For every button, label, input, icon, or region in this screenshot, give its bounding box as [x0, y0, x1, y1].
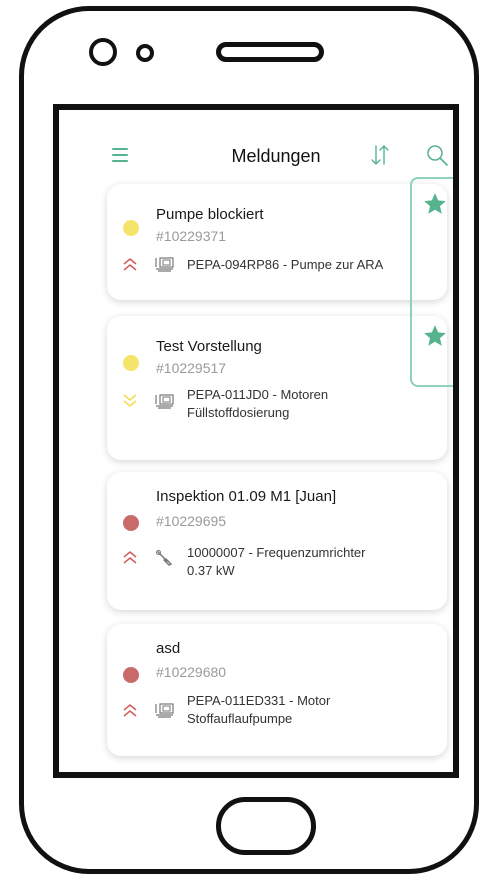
notification-title: Pumpe blockiert	[156, 206, 264, 223]
notification-title: asd	[156, 640, 181, 657]
search-icon[interactable]	[425, 143, 449, 167]
notification-card[interactable]: Test Vorstellung #10229517 PEPA-011JD0 -…	[107, 316, 447, 460]
home-button[interactable]	[216, 797, 316, 855]
asset-description: PEPA-011ED331 - Motor Stoffauflaufpumpe	[187, 693, 331, 726]
double-chevron-up-icon	[123, 258, 137, 271]
notification-card[interactable]: Inspektion 01.09 M1 [Juan] #10229695 100…	[107, 472, 447, 610]
notification-number: #10229680	[156, 664, 227, 680]
machine-icon	[155, 257, 174, 272]
machine-icon	[155, 394, 174, 409]
speaker-icon	[216, 42, 324, 62]
sort-arrows-icon[interactable]	[368, 143, 392, 167]
status-dot	[123, 515, 139, 531]
sensor-icon	[136, 44, 154, 62]
asset-description: PEPA-011JD0 - Motoren Füllstoffdosierung	[187, 387, 329, 420]
status-dot	[123, 667, 139, 683]
notification-number: #10229371	[156, 228, 227, 244]
double-chevron-up-icon	[123, 704, 137, 717]
notification-card[interactable]: asd #10229680 PEPA-011ED331 - Motor Stof…	[107, 624, 447, 756]
notification-title: Test Vorstellung	[156, 338, 262, 355]
machine-icon	[155, 703, 174, 718]
star-icon[interactable]	[422, 323, 448, 349]
status-dot	[123, 220, 139, 236]
notification-number: #10229695	[156, 513, 227, 529]
status-dot	[123, 355, 139, 371]
camera-icon	[89, 38, 117, 66]
app-header: Meldungen	[59, 110, 453, 182]
notification-title: Inspektion 01.09 M1 [Juan]	[156, 488, 337, 505]
asset-description: 10000007 - Frequenzumrichter 0.37 kW	[187, 545, 366, 578]
app-screen: Meldungen Pumpe blockiert #10229371 PEPA…	[53, 104, 459, 778]
page-title: Meldungen	[231, 146, 321, 166]
double-chevron-down-icon	[123, 394, 137, 407]
double-chevron-up-icon	[123, 551, 137, 564]
star-icon[interactable]	[422, 191, 448, 217]
wrench-icon	[156, 550, 173, 566]
notification-card[interactable]: Pumpe blockiert #10229371 PEPA-094RP86 -…	[107, 184, 447, 300]
notification-number: #10229517	[156, 360, 227, 376]
asset-description: PEPA-094RP86 - Pumpe zur ARA	[187, 257, 384, 272]
